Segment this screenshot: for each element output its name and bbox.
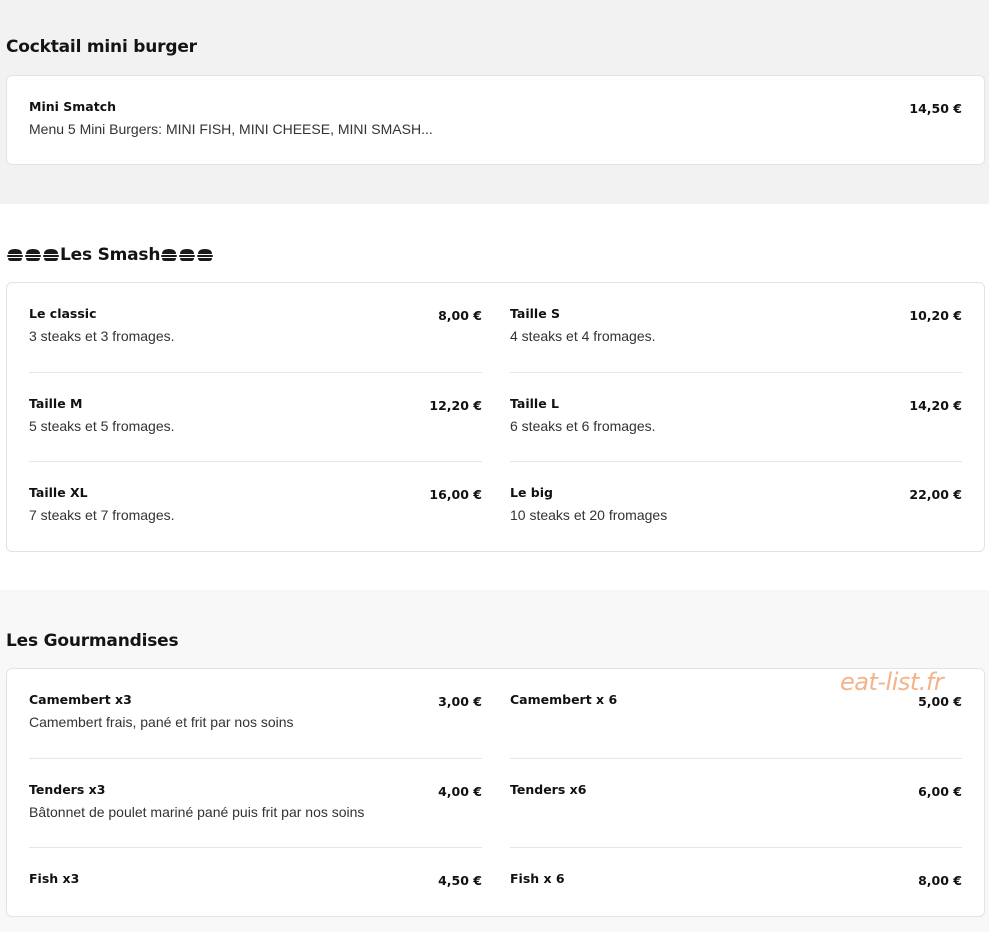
burger-icon [196, 248, 214, 262]
menu-card: Mini Smatch Menu 5 Mini Burgers: MINI FI… [6, 75, 985, 165]
item-name: Taille S [510, 306, 561, 321]
item-price: 12,20 € [429, 398, 482, 413]
menu-card: Camembert x3 Camembert frais, pané et fr… [6, 668, 985, 917]
item-price: 8,00 € [438, 308, 482, 323]
section-les-smash: Les Smash Le classic 3 steaks et 3 froma… [0, 204, 989, 590]
section-title: Cocktail mini burger [6, 37, 197, 57]
item-name: Fish x3 [29, 871, 80, 886]
section-cocktail-mini-burger: Cocktail mini burger Mini Smatch Menu 5 … [0, 0, 989, 204]
item-description: Bâtonnet de poulet mariné pané puis frit… [29, 804, 365, 820]
item-name: Le big [510, 485, 553, 500]
menu-item[interactable]: Taille XL 7 steaks et 7 fromages. 16,00 … [29, 485, 482, 525]
item-price: 14,20 € [909, 398, 962, 413]
item-price: 3,00 € [438, 694, 482, 709]
section-title: Les Gourmandises [6, 631, 179, 651]
item-price: 6,00 € [918, 784, 962, 799]
item-description: 3 steaks et 3 fromages. [29, 328, 175, 344]
item-name: Camembert x 6 [510, 692, 618, 707]
menu-item[interactable]: Taille S 4 steaks et 4 fromages. 10,20 € [510, 306, 962, 346]
item-description: 5 steaks et 5 fromages. [29, 418, 175, 434]
item-name: Taille M [29, 396, 83, 411]
menu-item[interactable]: Mini Smatch Menu 5 Mini Burgers: MINI FI… [29, 99, 962, 139]
divider [510, 847, 962, 848]
divider [29, 461, 482, 462]
section-les-gourmandises: Les Gourmandises Camembert x3 Camembert … [0, 590, 989, 932]
menu-card: Le classic 3 steaks et 3 fromages. 8,00 … [6, 282, 985, 552]
item-price: 16,00 € [429, 487, 482, 502]
item-name: Tenders x3 [29, 782, 106, 797]
burger-icon [178, 248, 196, 262]
item-name: Taille XL [29, 485, 88, 500]
item-name: Camembert x3 [29, 692, 132, 707]
divider [510, 461, 962, 462]
section-title-text: Les Smash [60, 245, 161, 265]
item-price: 8,00 € [918, 873, 962, 888]
item-price: 4,00 € [438, 784, 482, 799]
divider [510, 758, 962, 759]
divider [29, 847, 482, 848]
divider [29, 372, 482, 373]
burger-icon [42, 248, 60, 262]
item-description: 7 steaks et 7 fromages. [29, 507, 175, 523]
section-title: Les Smash [6, 245, 214, 265]
item-price: 22,00 € [909, 487, 962, 502]
item-description: 6 steaks et 6 fromages. [510, 418, 656, 434]
menu-item[interactable]: Tenders x3 Bâtonnet de poulet mariné pan… [29, 782, 482, 822]
item-price: 4,50 € [438, 873, 482, 888]
item-description: Menu 5 Mini Burgers: MINI FISH, MINI CHE… [29, 121, 433, 137]
item-description: 4 steaks et 4 fromages. [510, 328, 656, 344]
item-price: 5,00 € [918, 694, 962, 709]
burger-icon [160, 248, 178, 262]
item-description: 10 steaks et 20 fromages [510, 507, 668, 523]
menu-item[interactable]: Camembert x 6 5,00 € [510, 692, 962, 732]
divider [29, 758, 482, 759]
menu-item[interactable]: Taille L 6 steaks et 6 fromages. 14,20 € [510, 396, 962, 436]
menu-item[interactable]: Fish x3 4,50 € [29, 871, 482, 901]
item-description: Camembert frais, pané et frit par nos so… [29, 714, 294, 730]
item-name: Taille L [510, 396, 559, 411]
watermark: eat-list.fr [840, 668, 944, 696]
item-name: Le classic [29, 306, 97, 321]
item-name: Fish x 6 [510, 871, 565, 886]
menu-item[interactable]: Le classic 3 steaks et 3 fromages. 8,00 … [29, 306, 482, 346]
burger-icon [6, 248, 24, 262]
item-price: 14,50 € [909, 101, 962, 116]
menu-item[interactable]: Le big 10 steaks et 20 fromages 22,00 € [510, 485, 962, 525]
menu-item[interactable]: Taille M 5 steaks et 5 fromages. 12,20 € [29, 396, 482, 436]
menu-item[interactable]: Camembert x3 Camembert frais, pané et fr… [29, 692, 482, 732]
menu-item[interactable]: Tenders x6 6,00 € [510, 782, 962, 822]
item-name: Mini Smatch [29, 99, 117, 114]
menu-item[interactable]: Fish x 6 8,00 € [510, 871, 962, 901]
burger-icon [24, 248, 42, 262]
item-price: 10,20 € [909, 308, 962, 323]
item-name: Tenders x6 [510, 782, 587, 797]
divider [510, 372, 962, 373]
